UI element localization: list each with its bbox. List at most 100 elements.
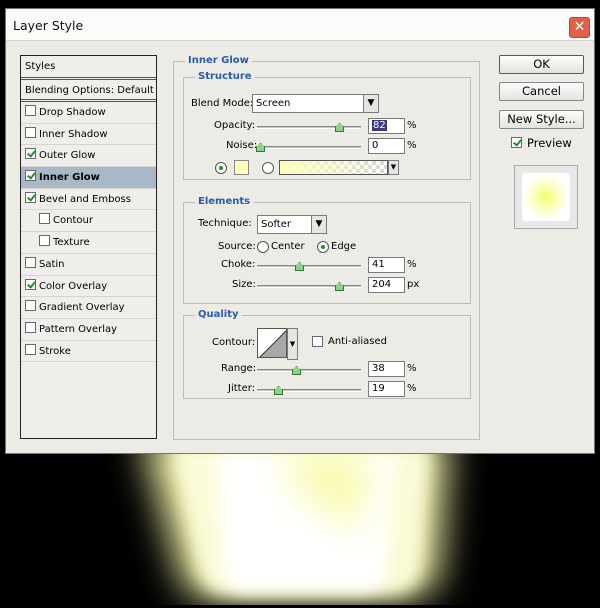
opacity-label: Opacity: xyxy=(214,120,256,131)
style-item-gradient-overlay[interactable]: Gradient Overlay xyxy=(21,297,156,319)
size-field[interactable]: 204 xyxy=(368,277,405,293)
choke-value: 41 xyxy=(372,259,385,270)
range-slider[interactable] xyxy=(257,366,361,375)
quality-title: Quality xyxy=(195,309,242,320)
layer-style-dialog: Layer Style ✕ Styles Blending Options: D… xyxy=(5,8,595,454)
contour-dropdown[interactable]: ▼ xyxy=(287,328,298,360)
technique-label: Technique: xyxy=(198,218,252,229)
inner-glow-panel: Inner Glow Structure Blend Mode: Screen … xyxy=(173,55,480,440)
style-item-bevel-and-emboss[interactable]: Bevel and Emboss xyxy=(21,189,156,211)
choke-label: Choke: xyxy=(221,259,256,270)
style-item-label: Bevel and Emboss xyxy=(39,193,131,205)
chevron-down-icon: ▼ xyxy=(288,329,297,359)
jitter-slider[interactable] xyxy=(257,386,361,395)
contour-curve-icon xyxy=(259,330,286,357)
chevron-down-icon: ▼ xyxy=(363,95,378,112)
style-checkbox[interactable] xyxy=(39,213,50,225)
gradient-picker[interactable] xyxy=(279,160,388,175)
preview-checkbox[interactable] xyxy=(511,137,522,148)
close-button[interactable]: ✕ xyxy=(569,17,590,38)
choke-slider[interactable] xyxy=(257,262,361,271)
range-value: 38 xyxy=(372,363,385,374)
source-label: Source: xyxy=(218,241,256,252)
dialog-title: Layer Style xyxy=(13,18,84,33)
size-slider[interactable] xyxy=(257,282,361,291)
source-center-label: Center xyxy=(271,241,305,252)
anti-aliased-checkbox[interactable] xyxy=(312,336,323,347)
glowing-shape xyxy=(140,434,450,600)
style-checkbox[interactable] xyxy=(25,126,36,138)
styles-header[interactable]: Styles xyxy=(21,56,156,80)
preview-swatch xyxy=(522,173,570,221)
blend-mode-label: Blend Mode: xyxy=(191,98,254,109)
style-item-color-overlay[interactable]: Color Overlay xyxy=(21,276,156,298)
solid-color-radio[interactable] xyxy=(215,162,227,174)
style-checkbox[interactable] xyxy=(25,256,36,268)
style-checkbox[interactable] xyxy=(25,148,36,160)
style-item-label: Outer Glow xyxy=(39,150,96,162)
style-checkbox[interactable] xyxy=(39,235,50,247)
preview-thumbnail xyxy=(514,165,578,229)
blend-mode-select[interactable]: Screen ▼ xyxy=(252,94,379,113)
inner-glow-title: Inner Glow xyxy=(185,55,252,66)
chevron-down-icon: ▼ xyxy=(311,216,326,233)
source-center-radio[interactable] xyxy=(257,241,269,253)
jitter-label: Jitter: xyxy=(228,383,256,394)
jitter-field[interactable]: 19 xyxy=(368,381,405,397)
opacity-field[interactable]: 82 xyxy=(368,118,405,134)
range-field[interactable]: 38 xyxy=(368,361,405,377)
opacity-unit: % xyxy=(407,120,417,131)
noise-field[interactable]: 0 xyxy=(368,138,405,154)
gradient-dropdown[interactable]: ▼ xyxy=(388,160,399,175)
style-item-label: Stroke xyxy=(39,345,71,357)
blending-options-item[interactable]: Blending Options: Default xyxy=(21,80,156,102)
elements-title: Elements xyxy=(195,196,254,207)
choke-field[interactable]: 41 xyxy=(368,257,405,273)
new-style-button[interactable]: New Style... xyxy=(499,110,584,129)
style-checkbox[interactable] xyxy=(25,321,36,333)
contour-picker[interactable] xyxy=(257,328,287,358)
style-checkbox[interactable] xyxy=(25,278,36,290)
style-item-label: Gradient Overlay xyxy=(39,302,125,314)
style-item-inner-shadow[interactable]: Inner Shadow xyxy=(21,124,156,146)
blend-mode-value: Screen xyxy=(256,98,291,109)
style-item-outer-glow[interactable]: Outer Glow xyxy=(21,145,156,168)
style-item-drop-shadow[interactable]: Drop Shadow xyxy=(21,102,156,124)
opacity-value: 82 xyxy=(372,120,387,131)
style-item-label: Drop Shadow xyxy=(39,107,106,118)
style-item-label: Satin xyxy=(39,258,65,270)
technique-select[interactable]: Softer ▼ xyxy=(257,215,327,234)
noise-slider[interactable] xyxy=(256,143,361,152)
gradient-radio[interactable] xyxy=(262,162,274,174)
style-item-pattern-overlay[interactable]: Pattern Overlay xyxy=(21,319,156,341)
style-item-label: Inner Shadow xyxy=(39,128,108,140)
style-item-texture[interactable]: Texture xyxy=(21,232,156,254)
jitter-value: 19 xyxy=(372,383,385,394)
choke-unit: % xyxy=(407,259,417,270)
close-icon: ✕ xyxy=(573,19,586,35)
source-edge-label: Edge xyxy=(331,241,357,252)
canvas-area xyxy=(0,434,600,605)
jitter-unit: % xyxy=(407,383,417,394)
style-checkbox[interactable] xyxy=(25,343,36,355)
styles-list: Styles Blending Options: Default Drop Sh… xyxy=(20,55,157,439)
source-edge-radio[interactable] xyxy=(317,241,329,253)
glow-color-swatch[interactable] xyxy=(234,160,249,175)
size-value: 204 xyxy=(372,279,392,290)
style-item-label: Color Overlay xyxy=(39,280,108,292)
style-checkbox[interactable] xyxy=(25,170,36,182)
style-item-inner-glow[interactable]: Inner Glow xyxy=(21,167,156,189)
quality-group xyxy=(183,315,471,399)
style-checkbox[interactable] xyxy=(25,105,36,116)
style-item-satin[interactable]: Satin xyxy=(21,254,156,276)
ok-button[interactable]: OK xyxy=(499,55,584,74)
style-checkbox[interactable] xyxy=(25,300,36,312)
style-checkbox[interactable] xyxy=(25,191,36,203)
contour-label: Contour: xyxy=(212,337,256,348)
cancel-button[interactable]: Cancel xyxy=(499,82,584,101)
noise-unit: % xyxy=(407,140,417,151)
style-item-contour[interactable]: Contour xyxy=(21,210,156,233)
style-item-stroke[interactable]: Stroke xyxy=(21,341,156,363)
range-label: Range: xyxy=(221,363,257,374)
opacity-slider[interactable] xyxy=(257,123,361,132)
